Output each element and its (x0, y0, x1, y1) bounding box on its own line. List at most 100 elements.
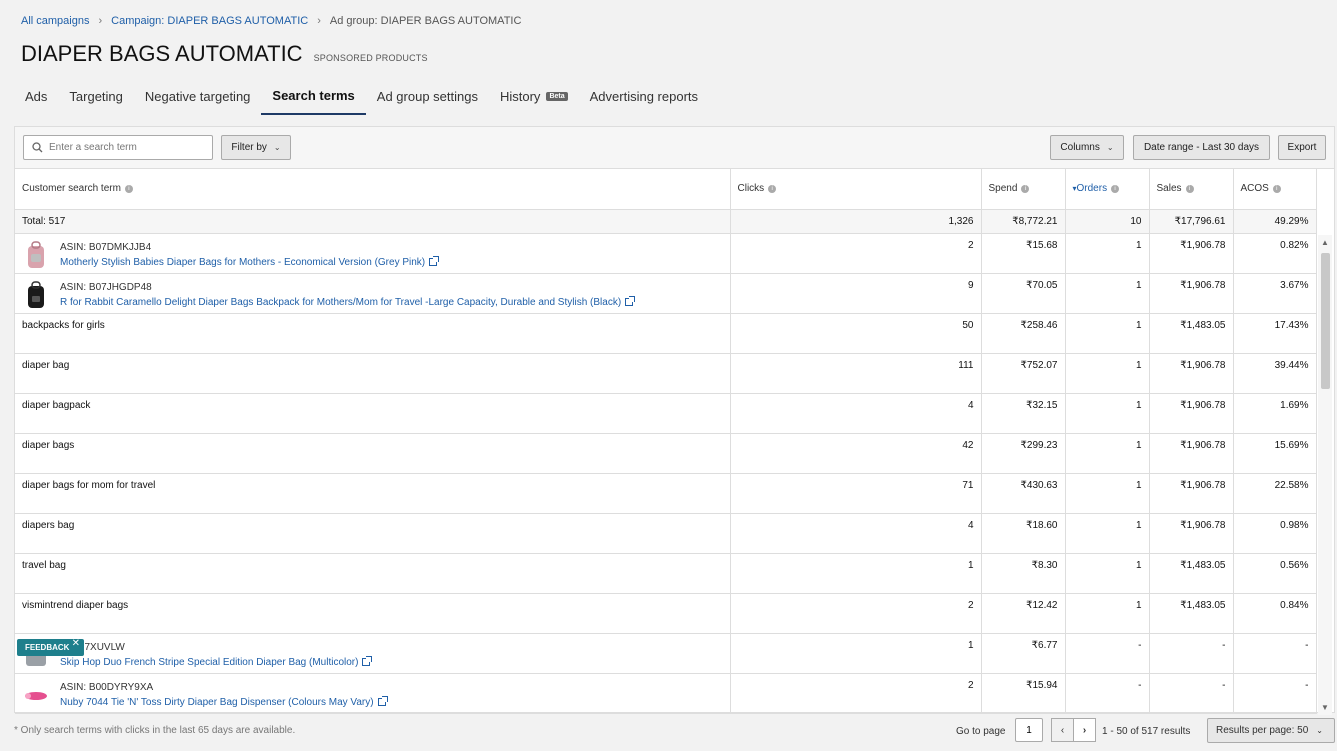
clicks-cell: 2 (730, 593, 982, 634)
breadcrumb-all-campaigns[interactable]: All campaigns (21, 15, 89, 27)
search-term-cell: diaper bagpack (15, 393, 731, 434)
spend-cell: ₹6.77 (981, 633, 1066, 674)
tab-ads[interactable]: Ads (14, 88, 58, 115)
table-row: diaper bagpack 4 ₹32.15 1 ₹1,906.78 1.69… (15, 393, 1317, 434)
table-row: ASIN: B00DYRY9XA Nuby 7044 Tie 'N' Toss … (15, 673, 1317, 714)
sales-cell: ₹1,906.78 (1149, 393, 1234, 434)
table-row: travel bag 1 ₹8.30 1 ₹1,483.05 0.56% (15, 553, 1317, 594)
search-term-cell: diaper bags for mom for travel (15, 473, 731, 514)
product-link[interactable]: Nuby 7044 Tie 'N' Toss Dirty Diaper Bag … (60, 697, 374, 708)
export-button[interactable]: Export (1278, 135, 1326, 160)
search-terms-panel: Filter by ⌄ Columns ⌄ Date range - Last … (14, 126, 1335, 715)
table-scrollbar[interactable]: ▲ ▼ (1318, 235, 1332, 715)
info-icon[interactable]: i (1272, 184, 1281, 193)
acos-cell: 3.67% (1233, 273, 1317, 314)
scrollbar-thumb[interactable] (1321, 253, 1330, 389)
sales-cell: ₹1,483.05 (1149, 313, 1234, 354)
tab-negative-targeting[interactable]: Negative targeting (134, 88, 262, 115)
table-row: diaper bags 42 ₹299.23 1 ₹1,906.78 15.69… (15, 433, 1317, 474)
sales-cell: ₹1,906.78 (1149, 513, 1234, 554)
table-header-row: Customer search term i Clicks i Spend i ▾Or… (15, 169, 1317, 210)
search-input[interactable] (49, 142, 209, 153)
orders-cell: - (1065, 633, 1150, 674)
breadcrumb: All campaigns › Campaign: DIAPER BAGS AU… (21, 15, 521, 27)
external-link-icon[interactable] (377, 695, 388, 706)
close-icon[interactable]: ✕ (72, 638, 80, 649)
tab-history[interactable]: History Beta (489, 88, 579, 115)
product-link[interactable]: R for Rabbit Caramello Delight Diaper Ba… (60, 297, 621, 308)
orders-cell: 1 (1065, 593, 1150, 634)
clicks-cell: 4 (730, 393, 982, 434)
column-header-label: Orders (1076, 183, 1108, 195)
column-header-orders[interactable]: ▾Orders i (1065, 169, 1150, 210)
info-icon[interactable]: i (1111, 184, 1120, 193)
column-header-search-term[interactable]: Customer search term i (15, 169, 731, 210)
spend-cell: ₹299.23 (981, 433, 1066, 474)
clicks-cell: 4 (730, 513, 982, 554)
sales-cell: ₹1,483.05 (1149, 593, 1234, 634)
total-row: Total: 517 1,326 ₹8,772.21 10 ₹17,796.61… (15, 209, 1317, 234)
product-link[interactable]: Motherly Stylish Babies Diaper Bags for … (60, 257, 425, 268)
info-icon[interactable]: i (124, 184, 133, 193)
column-header-sales[interactable]: Sales i (1149, 169, 1234, 210)
table-row: diaper bag 111 ₹752.07 1 ₹1,906.78 39.44… (15, 353, 1317, 394)
column-header-acos[interactable]: ACOS i (1233, 169, 1317, 210)
tab-targeting[interactable]: Targeting (58, 88, 133, 115)
feedback-button[interactable]: FEEDBACK ✕ (17, 638, 84, 656)
external-link-icon[interactable] (362, 655, 373, 666)
scroll-up-icon[interactable]: ▲ (1321, 238, 1329, 247)
orders-cell: 1 (1065, 553, 1150, 594)
spend-cell: ₹18.60 (981, 513, 1066, 554)
chevron-down-icon: ⌄ (1316, 726, 1323, 735)
tab-ad-group-settings[interactable]: Ad group settings (366, 88, 489, 115)
orders-cell: 1 (1065, 473, 1150, 514)
acos-cell: 0.98% (1233, 513, 1317, 554)
product-thumbnail[interactable] (24, 240, 48, 270)
column-header-spend[interactable]: Spend i (981, 169, 1066, 210)
info-icon[interactable]: i (1021, 184, 1030, 193)
asin-label: ASIN: B07DMKJJB4 (60, 241, 152, 253)
info-icon[interactable]: i (1185, 184, 1194, 193)
tab-advertising-reports[interactable]: Advertising reports (579, 88, 709, 115)
search-term-cell: ASIN: B07JHGDP48 R for Rabbit Caramello … (15, 273, 731, 314)
orders-cell: 1 (1065, 433, 1150, 474)
columns-button[interactable]: Columns ⌄ (1050, 135, 1124, 160)
column-header-label: ACOS (1240, 183, 1269, 195)
search-term-cell: ASIN: B07DMKJJB4 Motherly Stylish Babies… (15, 233, 731, 274)
info-icon[interactable]: i (768, 184, 777, 193)
filter-by-button[interactable]: Filter by ⌄ (221, 135, 291, 160)
table-row: diaper bags for mom for travel 71 ₹430.6… (15, 473, 1317, 514)
asin-label: B00B7XUVLW (60, 641, 125, 653)
column-header-label: Clicks (737, 183, 765, 195)
table-row: vismintrend diaper bags 2 ₹12.42 1 ₹1,48… (15, 593, 1317, 634)
product-thumbnail[interactable] (24, 280, 48, 310)
clicks-cell: 1 (730, 633, 982, 674)
chevron-right-icon: › (98, 15, 103, 27)
column-header-label: Spend (988, 183, 1018, 195)
external-link-icon[interactable] (429, 255, 440, 266)
sales-cell: - (1149, 673, 1234, 714)
page-number-input[interactable] (1015, 718, 1043, 742)
results-count: 1 - 50 of 517 results (1102, 726, 1191, 737)
external-link-icon[interactable] (625, 295, 636, 306)
total-sales: ₹17,796.61 (1149, 209, 1234, 234)
product-thumbnail[interactable] (24, 680, 48, 710)
table-row: diapers bag 4 ₹18.60 1 ₹1,906.78 0.98% (15, 513, 1317, 554)
column-header-clicks[interactable]: Clicks i (730, 169, 982, 210)
scroll-down-icon[interactable]: ▼ (1321, 703, 1329, 712)
page-subtitle: SPONSORED PRODUCTS (313, 53, 428, 63)
acos-cell: 0.84% (1233, 593, 1317, 634)
results-per-page-dropdown[interactable]: Results per page: 50 ⌄ (1207, 718, 1335, 743)
page-title: DIAPER BAGS AUTOMATIC (21, 41, 303, 66)
previous-page-button[interactable]: ‹ (1051, 718, 1074, 742)
acos-cell: - (1233, 633, 1317, 674)
feedback-label: FEEDBACK (25, 643, 70, 652)
clicks-cell: 9 (730, 273, 982, 314)
breadcrumb-campaign[interactable]: Campaign: DIAPER BAGS AUTOMATIC (111, 15, 308, 27)
next-page-button[interactable]: › (1073, 718, 1096, 742)
date-range-button[interactable]: Date range - Last 30 days (1133, 135, 1270, 160)
tab-search-terms[interactable]: Search terms (261, 88, 366, 115)
asin-label: ASIN: B00DYRY9XA (60, 681, 154, 693)
total-spend: ₹8,772.21 (981, 209, 1066, 234)
product-link[interactable]: Skip Hop Duo French Stripe Special Editi… (60, 657, 358, 668)
